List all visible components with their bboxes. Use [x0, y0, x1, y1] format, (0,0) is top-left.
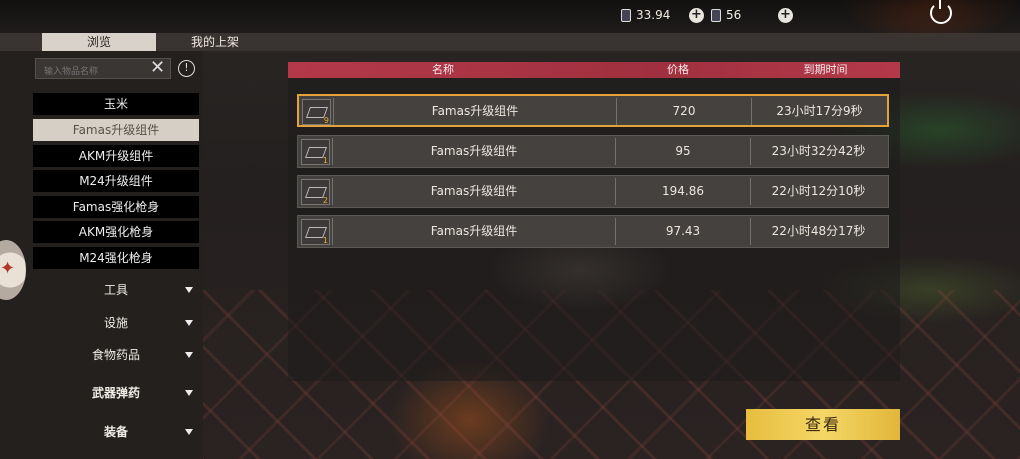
sidebar-item[interactable]: 玉米 [33, 93, 199, 115]
divider [332, 178, 333, 205]
header-price: 价格 [667, 63, 689, 76]
sidebar-item[interactable]: AKM强化枪身 [33, 221, 199, 243]
category-label: 工具 [103, 283, 128, 297]
category-equipment[interactable]: 装备 [33, 418, 199, 446]
table-row[interactable]: 2 Famas升级组件 194.86 22小时12分10秒 [297, 175, 889, 208]
view-button[interactable]: 查看 [746, 409, 900, 440]
add-currency-2-button[interactable]: + [778, 8, 793, 23]
chevron-down-icon [185, 429, 193, 435]
sidebar-item[interactable]: Famas强化枪身 [33, 196, 199, 218]
item-price: 97.43 [665, 224, 701, 238]
item-price: 720 [672, 104, 696, 118]
category-food-medicine[interactable]: 食物药品 [33, 341, 199, 369]
item-expire: 23小时17分9秒 [776, 104, 863, 118]
power-icon[interactable] [930, 0, 952, 24]
sidebar-item[interactable]: M24强化枪身 [33, 247, 199, 269]
sidebar-item[interactable]: AKM升级组件 [33, 145, 199, 167]
sidebar-item-selected[interactable]: Famas升级组件 [33, 119, 199, 141]
card-icon [621, 8, 631, 22]
tab-bar: 浏览 我的上架 [0, 33, 1020, 51]
currency-2: 56 [711, 8, 741, 22]
category-label: 设施 [103, 316, 128, 330]
divider [333, 98, 334, 125]
sidebar-item[interactable]: M24升级组件 [33, 170, 199, 192]
category-label: 食物药品 [91, 348, 140, 362]
chevron-down-icon [185, 390, 193, 396]
item-name: Famas升级组件 [430, 144, 518, 158]
divider [332, 138, 333, 165]
clear-icon[interactable]: ✕ [150, 59, 165, 77]
currency-1: 33.94 [621, 8, 670, 22]
item-name: Famas升级组件 [430, 184, 518, 198]
category-tools[interactable]: 工具 [33, 276, 199, 304]
header-name: 名称 [432, 63, 454, 76]
category-label: 装备 [103, 425, 128, 439]
category-weapons[interactable]: 武器弹药 [33, 379, 199, 407]
item-name: Famas升级组件 [430, 224, 518, 238]
chevron-down-icon [185, 352, 193, 358]
chevron-down-icon [185, 320, 193, 326]
table-row[interactable]: 1 Famas升级组件 97.43 22小时48分17秒 [297, 215, 889, 248]
currency-1-value: 33.94 [636, 8, 671, 22]
add-currency-1-button[interactable]: + [689, 8, 704, 23]
item-expire: 22小时48分17秒 [771, 224, 866, 238]
item-thumbnail: 1 [301, 139, 330, 165]
category-label: 武器弹药 [91, 386, 140, 400]
item-thumbnail: 2 [301, 179, 330, 205]
phone-icon [711, 8, 721, 22]
table-row[interactable]: 1 Famas升级组件 95 23小时32分42秒 [297, 135, 889, 168]
item-name: Famas升级组件 [431, 104, 519, 118]
item-price: 95 [675, 144, 691, 158]
item-thumbnail: 1 [301, 219, 330, 245]
table-header: 名称 价格 到期时间 [288, 62, 900, 78]
category-facilities[interactable]: 设施 [33, 309, 199, 337]
divider [332, 218, 333, 245]
item-qty: 1 [322, 156, 328, 165]
tab-my-listings[interactable]: 我的上架 [170, 33, 260, 51]
item-qty: 9 [323, 116, 329, 125]
header-expire: 到期时间 [803, 63, 848, 76]
chevron-down-icon [185, 287, 193, 293]
help-icon[interactable]: ! [178, 60, 195, 77]
item-expire: 23小时32分42秒 [771, 144, 866, 158]
item-qty: 2 [322, 196, 328, 205]
item-qty: 1 [322, 236, 328, 245]
top-bar: 33.94 + 56 + [0, 0, 1020, 33]
currency-2-value: 56 [726, 8, 742, 22]
search-input[interactable] [36, 62, 146, 82]
item-expire: 22小时12分10秒 [771, 184, 866, 198]
tab-browse[interactable]: 浏览 [42, 33, 156, 51]
item-thumbnail: 9 [302, 99, 331, 125]
item-price: 194.86 [662, 184, 704, 198]
table-row[interactable]: 9 Famas升级组件 720 23小时17分9秒 [297, 94, 889, 127]
